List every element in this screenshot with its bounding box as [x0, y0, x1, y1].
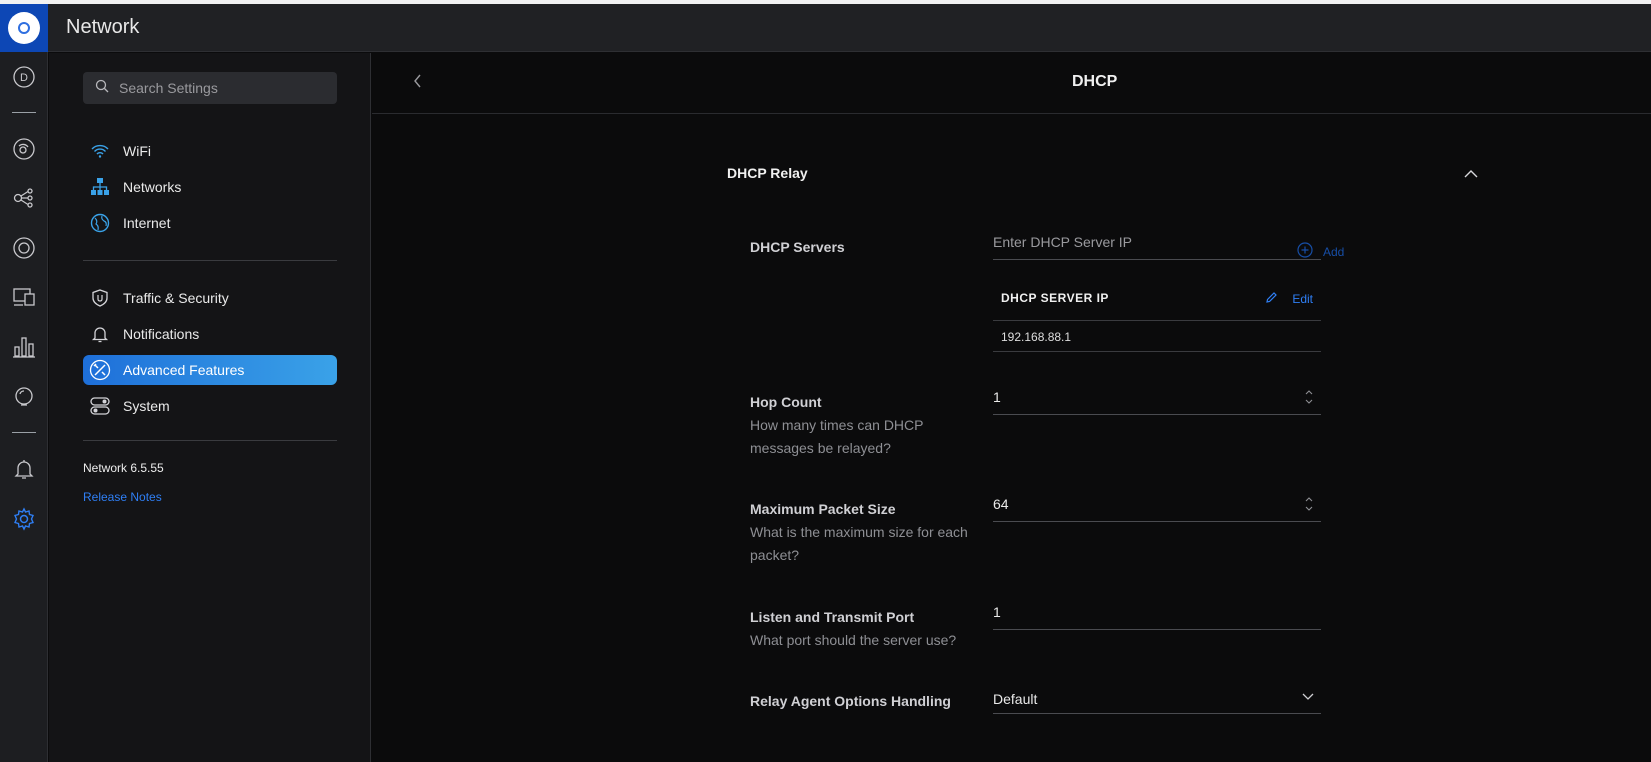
- app-title: Network: [66, 16, 140, 38]
- max-packet-size-label: Maximum Packet Size: [750, 501, 896, 517]
- ubiquiti-logo-icon[interactable]: [0, 4, 48, 52]
- alerts-bell-icon[interactable]: [12, 457, 36, 481]
- hop-count-label: Hop Count: [750, 394, 822, 410]
- pencil-icon: [1265, 291, 1278, 307]
- dashboard-avatar-icon[interactable]: D: [12, 65, 36, 89]
- rail-divider: [12, 432, 36, 433]
- stepper-icon[interactable]: [1303, 387, 1315, 407]
- nav-item-traffic-security[interactable]: Traffic & Security: [83, 283, 337, 313]
- main-content: DHCP DHCP Relay DHCP Servers Add DHCP SE…: [372, 53, 1651, 762]
- nav-item-label: Internet: [123, 215, 171, 231]
- settings-gear-icon[interactable]: [12, 507, 36, 531]
- shield-icon: [89, 287, 111, 309]
- chevron-down-icon: [1301, 689, 1315, 703]
- hop-count-description: How many times can DHCP messages be rela…: [750, 417, 924, 456]
- settings-sidebar: WiFi Networks Internet Traffic & Securit…: [49, 53, 371, 762]
- add-label: Add: [1323, 244, 1345, 259]
- advanced-tools-icon: [89, 359, 111, 381]
- wifi-icon: [89, 140, 111, 162]
- nav-divider: [83, 440, 337, 441]
- table-row[interactable]: 192.168.88.1: [993, 321, 1321, 352]
- top-bar: Network: [0, 4, 1651, 52]
- max-packet-size-input[interactable]: [993, 496, 1293, 512]
- bell-icon: [89, 323, 111, 345]
- hop-count-field: [993, 385, 1321, 415]
- dhcp-server-ip-field: [993, 230, 1321, 260]
- column-header: DHCP SERVER IP: [1001, 291, 1109, 305]
- edit-button[interactable]: Edit: [1265, 291, 1313, 307]
- section-title: DHCP Relay: [727, 165, 808, 181]
- listen-port-input[interactable]: [993, 604, 1293, 620]
- devices-icon[interactable]: [12, 186, 36, 210]
- stepper-icon[interactable]: [1303, 494, 1315, 514]
- chevron-left-icon: [413, 74, 423, 93]
- topology-icon[interactable]: [12, 137, 36, 161]
- back-button[interactable]: [408, 73, 428, 93]
- max-packet-size-field: [993, 492, 1321, 522]
- relay-agent-select[interactable]: Default: [993, 683, 1321, 714]
- statistics-icon[interactable]: [12, 335, 36, 359]
- nav-item-networks[interactable]: Networks: [83, 172, 337, 202]
- search-box[interactable]: [83, 72, 337, 104]
- add-dhcp-server-button[interactable]: Add: [1297, 242, 1344, 261]
- search-icon: [95, 79, 109, 98]
- nav-item-label: Advanced Features: [123, 362, 245, 378]
- dhcp-server-ip-input[interactable]: [993, 234, 1293, 250]
- clients-icon[interactable]: [12, 236, 36, 260]
- max-packet-size-description: What is the maximum size for each packet…: [750, 524, 968, 563]
- nav-item-label: Traffic & Security: [123, 290, 229, 306]
- page-header: DHCP: [372, 53, 1651, 114]
- rail-divider: [12, 112, 36, 113]
- listen-port-field: [993, 600, 1321, 630]
- nav-item-label: WiFi: [123, 143, 151, 159]
- search-input[interactable]: [119, 80, 319, 96]
- edit-label: Edit: [1292, 292, 1313, 306]
- nav-item-internet[interactable]: Internet: [83, 208, 337, 238]
- system-toggle-icon: [89, 395, 111, 417]
- release-notes-link[interactable]: Release Notes: [83, 490, 162, 504]
- listen-port-description: What port should the server use?: [750, 632, 957, 648]
- nav-item-label: Networks: [123, 179, 182, 195]
- svg-text:D: D: [20, 72, 28, 84]
- app-window: Network D Search Settings WiFi Networks …: [0, 0, 1651, 762]
- dhcp-server-table-header: DHCP SERVER IP Edit: [993, 283, 1321, 321]
- nav-divider: [83, 260, 337, 261]
- nav-item-notifications[interactable]: Notifications: [83, 319, 337, 349]
- relay-agent-value: Default: [993, 691, 1038, 707]
- dhcp-server-ip-cell: 192.168.88.1: [1001, 330, 1072, 344]
- insights-icon[interactable]: [12, 385, 36, 409]
- nav-item-advanced-features[interactable]: Advanced Features: [83, 355, 337, 385]
- ports-icon[interactable]: [12, 285, 36, 309]
- nav-item-wifi[interactable]: WiFi: [83, 136, 337, 166]
- collapse-section-button[interactable]: [1461, 165, 1481, 185]
- nav-item-system[interactable]: System: [83, 391, 337, 421]
- relay-agent-label: Relay Agent Options Handling: [750, 693, 951, 709]
- chevron-up-icon: [1464, 166, 1478, 184]
- nav-item-label: Notifications: [123, 326, 200, 342]
- hop-count-input[interactable]: [993, 389, 1293, 405]
- icon-rail: D: [0, 52, 48, 762]
- page-title: DHCP: [1072, 73, 1118, 90]
- plus-circle-icon: [1297, 242, 1313, 261]
- version-label: Network 6.5.55: [83, 461, 164, 475]
- networks-icon: [89, 176, 111, 198]
- dhcp-servers-label: DHCP Servers: [750, 239, 845, 255]
- listen-port-label: Listen and Transmit Port: [750, 609, 915, 625]
- globe-icon: [89, 212, 111, 234]
- nav-item-label: System: [123, 398, 170, 414]
